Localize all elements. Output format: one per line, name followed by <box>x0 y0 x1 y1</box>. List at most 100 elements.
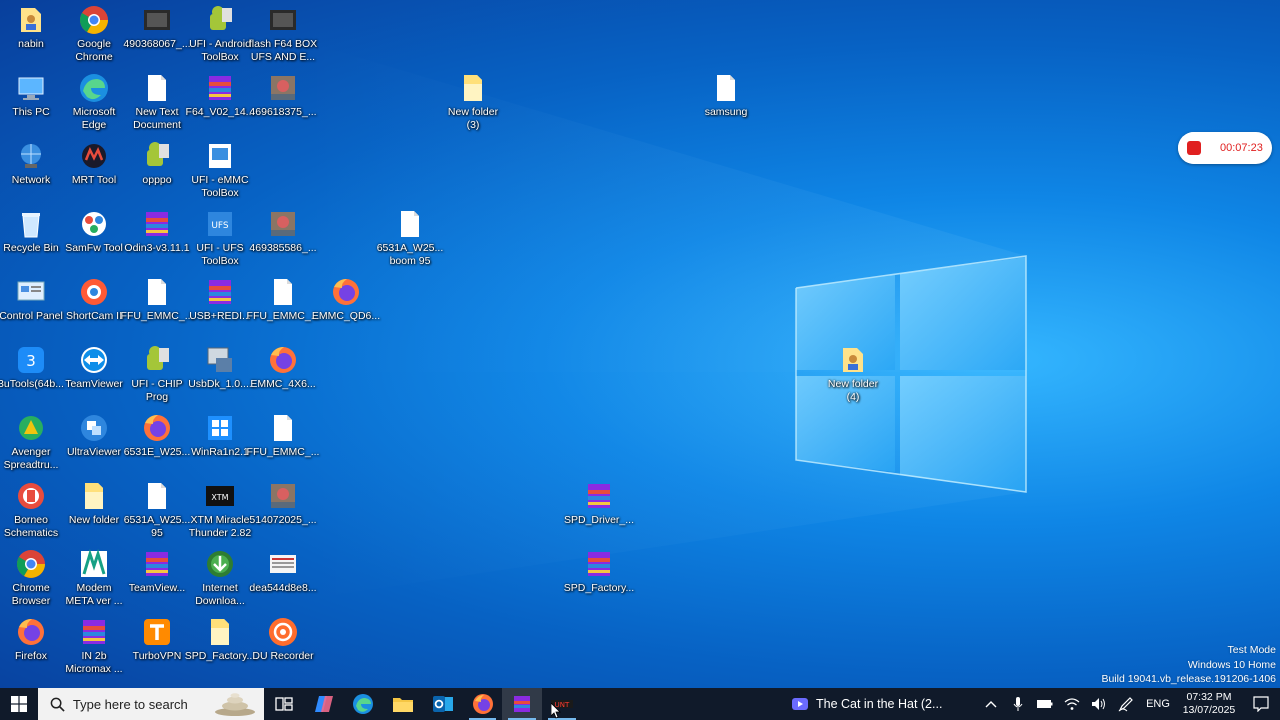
desktop-icon-microsoft-edge[interactable]: Microsoft Edge <box>61 68 127 134</box>
input-language-button[interactable]: ENG <box>1140 698 1176 710</box>
desktop-icon-new-text-document[interactable]: New Text Document <box>124 68 190 134</box>
control-icon <box>15 276 47 308</box>
desktop-icon-teamview[interactable]: TeamView... <box>124 544 190 610</box>
task-view-button[interactable] <box>264 688 304 720</box>
desktop-icon-in-2b-micromax[interactable]: IN 2b Micromax ... <box>61 612 127 678</box>
screen-recorder-widget[interactable]: 00:07:23 <box>1178 132 1272 164</box>
desktop-icon-469385586[interactable]: 469385586_... <box>249 204 317 270</box>
desktop-icon-emmc-qd6[interactable]: EMMC_QD6... <box>312 272 380 338</box>
svg-text:3: 3 <box>26 352 36 370</box>
desktop-icon-ffu-emmc[interactable]: FFU_EMMC_... <box>121 272 193 338</box>
desktop-icon-chrome-browser[interactable]: Chrome Browser <box>0 544 64 610</box>
desktop-icon-recycle-bin[interactable]: Recycle Bin <box>0 204 64 270</box>
desktop-icon-internet-downloa[interactable]: Internet Downloa... <box>187 544 253 610</box>
desktop-icon-emmc-4x6[interactable]: EMMC_4X6... <box>250 340 316 406</box>
desktop-icon-ultraviewer[interactable]: UltraViewer <box>61 408 127 474</box>
stop-recording-button[interactable] <box>1178 132 1210 164</box>
desktop-icon-label: FFU_EMMC_... <box>246 446 320 458</box>
desktop-icon-teamviewer[interactable]: TeamViewer <box>61 340 127 406</box>
volume-tray-button[interactable] <box>1086 688 1113 720</box>
desktop-icon-opppo[interactable]: opppo <box>124 136 190 202</box>
taskbar-clock[interactable]: 07:32 PM 13/07/2025 <box>1176 691 1242 717</box>
desktop-icon-control-panel[interactable]: Control Panel <box>0 272 64 338</box>
desktop-icon-label: EMMC_4X6... <box>250 378 316 390</box>
desktop-icon-spd-factory[interactable]: SPD_Factory... <box>185 612 255 678</box>
watermark-test-mode: Test Mode <box>1227 644 1276 656</box>
desktop-icon-firefox[interactable]: Firefox <box>0 612 64 678</box>
media-widget[interactable]: The Cat in the Hat (2... <box>791 697 966 711</box>
doc-icon <box>141 480 173 512</box>
desktop-icon-network[interactable]: Network <box>0 136 64 202</box>
desktop-icon-ufi-android-toolbox[interactable]: UFI - Android ToolBox <box>187 0 253 66</box>
desktop-icon-nabin[interactable]: nabin <box>0 0 64 66</box>
desktop-icon-xtm-miracle-thunder-2-82[interactable]: XTM XTM Miracle Thunder 2.82 <box>187 476 253 542</box>
rar-icon <box>583 548 615 580</box>
mouse-cursor-icon <box>551 703 561 719</box>
rar-icon <box>141 208 173 240</box>
winrar-icon <box>514 696 531 712</box>
doc-icon <box>141 276 173 308</box>
desktop-icon-avenger-spreadtru[interactable]: Avenger Spreadtru... <box>0 408 64 474</box>
desktop-icon-6531a-w25-boom-95[interactable]: 6531A_W25... boom 95 <box>377 204 443 270</box>
desktop-icon-shortcam-ii[interactable]: ShortCam II <box>61 272 127 338</box>
desktop-icon-ufi-chip-prog[interactable]: UFI - CHIP Prog <box>124 340 190 406</box>
battery-tray-button[interactable] <box>1032 688 1059 720</box>
desktop-icon-du-recorder[interactable]: DU Recorder <box>250 612 316 678</box>
svg-text:UFS: UFS <box>211 221 229 231</box>
desktop-icon-samfw-tool[interactable]: SamFw Tool <box>61 204 127 270</box>
doc-icon <box>141 72 173 104</box>
desktop-icon-514072025[interactable]: 514072025_... <box>249 476 317 542</box>
desktop-icon-spd-factory[interactable]: SPD_Factory... <box>564 544 634 610</box>
desktop-icon-ffu-emmc[interactable]: FFU_EMMC_... <box>247 408 319 474</box>
unlock-tool-taskbar-button[interactable]: UNT <box>542 688 582 720</box>
edge-taskbar-button[interactable] <box>343 688 383 720</box>
wifi-tray-button[interactable] <box>1059 688 1086 720</box>
desktop-icon-this-pc[interactable]: This PC <box>0 68 64 134</box>
desktop-icon-usb-redi[interactable]: USB+REDI... <box>187 272 253 338</box>
desktop-icon-mrt-tool[interactable]: MRT Tool <box>61 136 127 202</box>
desktop-icon-modem-meta-ver[interactable]: Modem META ver ... <box>61 544 127 610</box>
desktop-icon-ffu-emmc[interactable]: FFU_EMMC_... <box>247 272 319 338</box>
firefox-taskbar-button[interactable] <box>463 688 503 720</box>
desktop-icon-new-folder-3[interactable]: New folder (3) <box>440 68 506 134</box>
desktop-icon-new-folder-4[interactable]: New folder (4) <box>820 340 886 406</box>
mrt-icon <box>78 140 110 172</box>
desktop-icon-dea544d8e8[interactable]: dea544d8e8... <box>249 544 317 610</box>
desktop-icon-odin3-v3-11-1[interactable]: Odin3-v3.11.1 <box>124 204 190 270</box>
pen-tray-button[interactable] <box>1113 688 1140 720</box>
action-center-button[interactable] <box>1242 688 1280 720</box>
desktop-icon-3utools-64b[interactable]: 3 3uTools(64b... <box>0 340 64 406</box>
watermark-build: Build 19041.vb_release.191206-1406 <box>1101 673 1276 685</box>
folder-user-icon <box>837 344 869 376</box>
desktop-icon-samsung[interactable]: samsung <box>693 68 759 134</box>
network-icon <box>15 140 47 172</box>
show-hidden-icons-button[interactable] <box>978 688 1005 720</box>
winrar-taskbar-button[interactable] <box>502 688 543 720</box>
desktop-icon-490368067[interactable]: 490368067_... <box>123 0 191 66</box>
desktop-icon-turbovpn[interactable]: TurboVPN <box>124 612 190 678</box>
start-button[interactable] <box>0 688 38 720</box>
desktop-icon-f64-v02-14[interactable]: F64_V02_14... <box>186 68 254 134</box>
desktop-icon-469618375[interactable]: 469618375_... <box>249 68 317 134</box>
file-explorer-button[interactable] <box>383 688 423 720</box>
desktop-icon-google-chrome[interactable]: Google Chrome <box>61 0 127 66</box>
desktop-icon-winra1n2-1[interactable]: WinRa1n2.1 <box>187 408 253 474</box>
taskbar-search-box[interactable]: Type here to search <box>37 688 264 720</box>
desktop-icon-new-folder[interactable]: New folder <box>61 476 127 542</box>
microphone-tray-button[interactable] <box>1005 688 1032 720</box>
desktop-icon-spd-driver[interactable]: SPD_Driver_... <box>564 476 634 542</box>
svg-text:XTM: XTM <box>211 493 228 502</box>
outlook-button[interactable] <box>423 688 463 720</box>
firefox-doc-icon <box>267 344 299 376</box>
android-icon <box>204 4 236 36</box>
desktop-icon-borneo-schematics[interactable]: Borneo Schematics <box>0 476 64 542</box>
desktop-icon-6531e-w25[interactable]: 6531E_W25... <box>124 408 190 474</box>
copilot-button[interactable] <box>304 688 344 720</box>
desktop-icon-ufi-emmc-toolbox[interactable]: UFI - eMMC ToolBox <box>187 136 253 202</box>
desktop-icon-ufi-ufs-toolbox[interactable]: UFS UFI - UFS ToolBox <box>187 204 253 270</box>
doc-icon <box>267 412 299 444</box>
desktop-icon-usbdk-1-0[interactable]: UsbDk_1.0.... <box>187 340 253 406</box>
windows-watermark: Test Mode Windows 10 Home Build 19041.vb… <box>1101 643 1276 687</box>
desktop-icon-6531a-w25-95[interactable]: 6531A_W25... 95 <box>124 476 190 542</box>
desktop-icon-flash-f64-box-ufs-and-e[interactable]: flash F64 BOX UFS AND E... <box>249 0 317 66</box>
